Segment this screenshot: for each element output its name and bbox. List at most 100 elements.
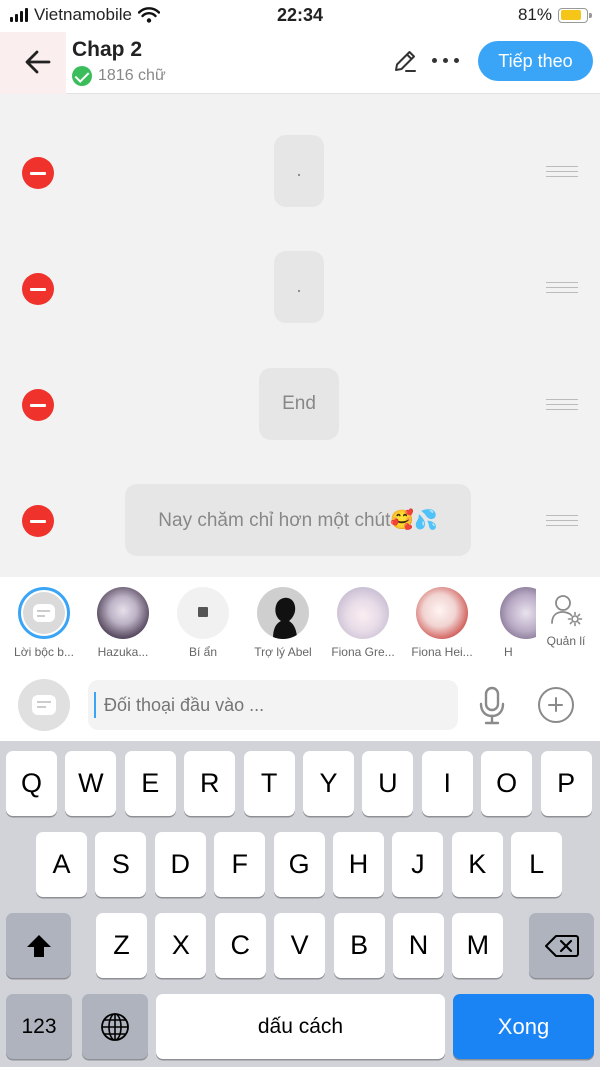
avatar [257,587,309,639]
user-settings-icon [551,595,583,627]
key-w[interactable]: W [65,751,117,816]
key-l[interactable]: L [511,832,563,897]
dialogue-bubble[interactable]: . [274,135,324,207]
shift-key[interactable] [6,913,71,978]
manage-label: Quản lí [546,634,586,648]
battery-fill [560,10,581,20]
globe-icon [101,1012,129,1041]
backspace-key[interactable] [529,913,594,978]
dialogue-bubble[interactable]: . [274,251,324,323]
key-z[interactable]: Z [96,913,147,978]
text-caret [94,692,96,718]
character-name: Trợ lý Abel [254,645,312,659]
done-key[interactable]: Xong [453,994,594,1059]
drag-handle-icon[interactable] [546,282,578,293]
key-c[interactable]: C [214,913,266,978]
remove-icon[interactable] [22,389,54,421]
backspace-icon [544,934,579,957]
manage-characters-button[interactable]: Quản lí [538,593,594,648]
character-name: Hazuka... [97,645,149,659]
key-r[interactable]: R [184,751,236,816]
key-f[interactable]: F [214,832,266,897]
key-t[interactable]: T [243,751,295,816]
character-mystery[interactable]: Bí ẩn [163,587,243,659]
character-fiona-gre[interactable]: Fiona Gre... [323,587,403,659]
dialogue-row: . [0,248,600,328]
drag-handle-icon[interactable] [546,399,578,410]
character-fiona-hei[interactable]: Fiona Hei... [402,587,482,659]
pencil-icon[interactable] [392,48,418,74]
microphone-icon[interactable] [476,686,508,726]
battery-icon [558,7,592,23]
dialogue-input[interactable] [88,680,458,730]
dialogue-row: Nay chăm chỉ hơn một chút🥰💦 [0,481,600,561]
word-count: 1816 chữ [72,66,166,86]
word-count-label: 1816 chữ [98,67,166,84]
key-v[interactable]: V [274,913,326,978]
clock: 22:34 [276,5,324,25]
key-q[interactable]: Q [6,751,57,816]
character-name: Lời bộc b... [14,645,74,659]
dialogue-row: End [0,365,600,445]
key-o[interactable]: O [481,751,533,816]
arrow-left-icon[interactable] [22,46,54,78]
status-bar: Vietnamobile 22:34 81% [0,0,600,32]
avatar [500,587,536,639]
key-p[interactable]: P [540,751,592,816]
dialogue-bubble[interactable]: End [259,368,339,440]
shift-arrow-icon [26,934,51,957]
character-strip: Lời bộc b... Hazuka... Bí ẩn Trợ lý Abel… [0,577,600,670]
character-abel[interactable]: Trợ lý Abel [243,587,323,659]
key-u[interactable]: U [362,751,414,816]
key-x[interactable]: X [155,913,207,978]
character-name: Fiona Hei... [411,645,473,659]
silhouette-icon [273,597,297,639]
key-e[interactable]: E [124,751,176,816]
numbers-key[interactable]: 123 [6,994,72,1059]
key-b[interactable]: B [333,913,385,978]
dialogue-list: . . End Nay chăm chỉ hơn một chút🥰💦 [0,95,600,577]
key-d[interactable]: D [154,832,206,897]
character-name: Bí ẩn [188,645,218,659]
character-partial[interactable]: H [478,587,536,659]
dialogue-row: . [0,132,600,212]
remove-icon[interactable] [22,505,54,537]
key-j[interactable]: J [392,832,444,897]
key-y[interactable]: Y [303,751,354,816]
key-a[interactable]: A [36,832,87,897]
key-s[interactable]: S [95,832,147,897]
avatar [416,587,468,639]
remove-icon[interactable] [22,157,54,189]
message-icon [32,695,56,715]
drag-handle-icon[interactable] [546,166,578,177]
character-name: H [504,645,513,659]
drag-handle-icon[interactable] [546,515,578,526]
add-icon[interactable] [538,687,574,723]
check-icon [72,66,92,86]
space-key[interactable]: dấu cách [156,994,445,1059]
key-g[interactable]: G [273,832,325,897]
current-speaker-avatar[interactable] [18,679,70,731]
key-k[interactable]: K [451,832,503,897]
dialogue-bubble[interactable]: Nay chăm chỉ hơn một chút🥰💦 [125,484,471,556]
character-narrator[interactable]: Lời bộc b... [4,587,84,659]
key-i[interactable]: I [421,751,473,816]
remove-icon[interactable] [22,273,54,305]
editor-header: Chap 2 1816 chữ Tiếp theo [0,32,600,94]
character-hazuka[interactable]: Hazuka... [83,587,163,659]
keyboard: QWERTYUIOP ASDFGHJKL ZXCVBNM 123 dấu các… [0,741,600,1067]
chapter-title: Chap 2 [72,38,143,61]
next-button[interactable]: Tiếp theo [478,41,593,81]
battery-percent: 81% [517,5,552,24]
globe-key[interactable] [82,994,148,1059]
avatar [97,587,149,639]
character-name: Fiona Gre... [331,645,395,659]
avatar [337,587,389,639]
more-dots-icon[interactable] [432,58,459,63]
input-bar [0,670,600,741]
avatar [177,587,229,639]
narrator-avatar [18,587,70,639]
key-h[interactable]: H [333,832,384,897]
key-m[interactable]: M [452,913,504,978]
key-n[interactable]: N [393,913,444,978]
